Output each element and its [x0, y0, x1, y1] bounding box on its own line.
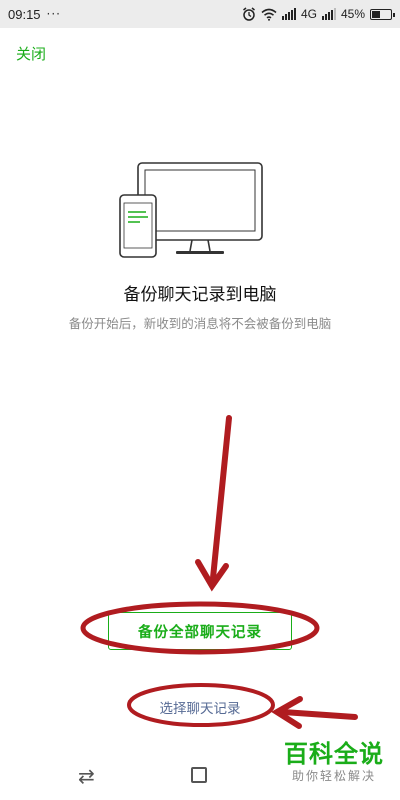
- battery-icon: [370, 8, 395, 20]
- signal-icon: [281, 8, 296, 20]
- page-title: 备份聊天记录到电脑: [123, 285, 277, 305]
- backup-all-button[interactable]: 备份全部聊天记录: [108, 612, 292, 650]
- status-indicators: 4G 45%: [242, 7, 395, 21]
- switch-app-icon[interactable]: ⇄: [78, 764, 95, 788]
- status-bar: 09:15 ··· 4G 45%: [0, 0, 400, 28]
- battery-percent: 45%: [340, 7, 365, 21]
- arrow-down-head: [195, 559, 229, 592]
- network-type: 4G: [300, 7, 317, 21]
- status-time: 09:15: [8, 6, 41, 22]
- annotation-overlay: [80, 415, 358, 729]
- status-notification-dots: ···: [46, 7, 61, 21]
- alarm-icon: [242, 7, 255, 21]
- watermark-sub: 助你轻松解决: [291, 769, 376, 783]
- phone-monitor-illustration: [119, 162, 263, 258]
- signal-icon-2: [321, 8, 336, 20]
- watermark-main: 百科全说: [284, 740, 384, 768]
- close-button[interactable]: 关闭: [16, 43, 46, 64]
- page-subtitle: 备份开始后，新收到的消息将不会被备份到电脑: [68, 316, 332, 331]
- arrow-down-annotation: [210, 415, 232, 581]
- select-chats-link[interactable]: 选择聊天记录: [0, 697, 400, 717]
- home-icon[interactable]: [191, 767, 207, 783]
- watermark: 百科全说 助你轻松解决: [276, 740, 392, 784]
- phone-icon: [119, 194, 157, 258]
- wifi-icon: [261, 8, 277, 21]
